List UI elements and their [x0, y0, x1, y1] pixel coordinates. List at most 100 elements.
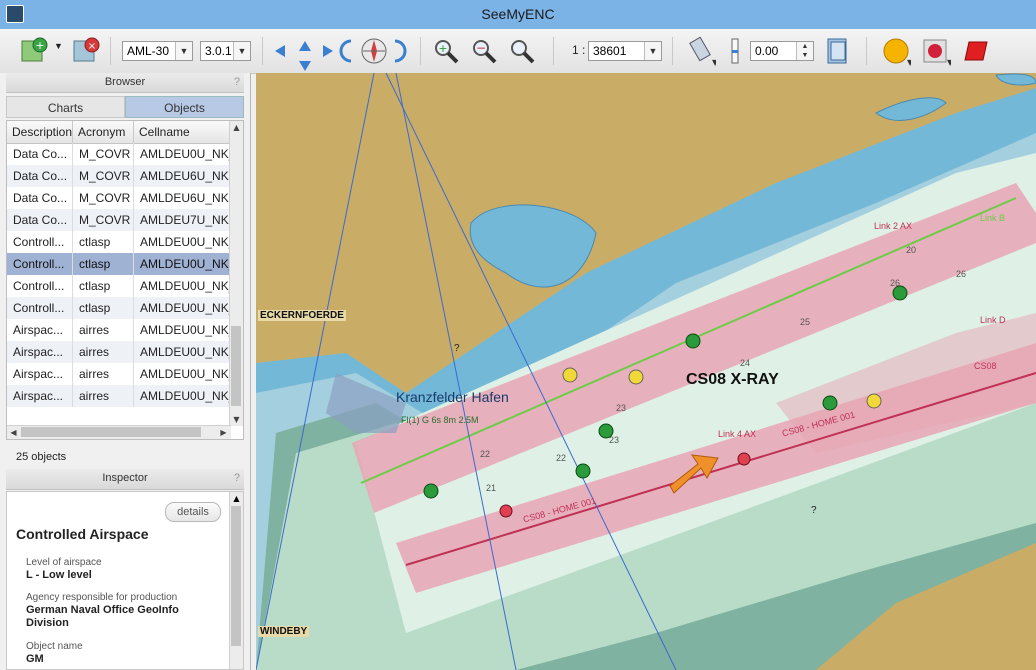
- remove-chart-button[interactable]: ×: [70, 35, 102, 67]
- table-row-selected[interactable]: Controll...ctlaspAMLDEU0U_NK_F: [7, 253, 231, 275]
- column-header-acronym[interactable]: Acronym: [73, 121, 134, 143]
- zoom-out-icon: −: [473, 40, 497, 64]
- green-buoy-icon[interactable]: [575, 463, 591, 479]
- svg-text:+: +: [438, 42, 447, 55]
- chevron-down-icon: ▼: [644, 42, 661, 60]
- property-label: Agency responsible for production: [26, 592, 178, 603]
- svg-text:▼: ▼: [712, 58, 716, 66]
- svg-text:−: −: [476, 41, 486, 55]
- table-row[interactable]: Controll...ctlaspAMLDEU0U_NK_F: [7, 297, 231, 319]
- scroll-down-icon[interactable]: ▼: [230, 413, 243, 426]
- scroll-up-icon[interactable]: ▲: [230, 492, 243, 505]
- chart-set-select[interactable]: AML-30 ▼: [122, 41, 193, 61]
- arrow-down-icon: [299, 61, 311, 71]
- record-icon: ▼: [923, 39, 951, 66]
- map-label-town: WINDEBY: [258, 626, 310, 637]
- depth-sounding: 21: [486, 483, 497, 493]
- green-buoy-icon[interactable]: [685, 333, 701, 349]
- rotation-spinbox[interactable]: 0.00 ▲ ▼: [750, 41, 814, 61]
- map-label-link: Link B: [980, 213, 1006, 223]
- add-chart-button[interactable]: +: [18, 35, 50, 67]
- zoom-in-icon: +: [435, 40, 459, 64]
- tab-objects[interactable]: Objects: [125, 96, 244, 118]
- svg-text:▼: ▼: [907, 58, 911, 66]
- map-label-town: ECKERNFOERDE: [258, 310, 346, 321]
- map-canvas[interactable]: [256, 73, 1036, 670]
- scale-select[interactable]: 38601 ▼: [588, 41, 662, 61]
- compass-button[interactable]: [358, 35, 390, 67]
- pan-left-button[interactable]: [270, 35, 292, 67]
- measure-tool-button[interactable]: ▼: [686, 35, 718, 67]
- version-select[interactable]: 3.0.1 ▼: [200, 41, 251, 61]
- column-header-cellname[interactable]: Cellname: [134, 121, 231, 143]
- scroll-thumb[interactable]: [231, 506, 241, 646]
- chevron-down-icon: ▼: [233, 42, 250, 60]
- title-bar: SeeMyENC: [0, 0, 1036, 29]
- table-row[interactable]: Airspac...airresAMLDEU0U_NK_F: [7, 319, 231, 341]
- depth-sounding: 22: [556, 453, 567, 463]
- browser-tabs: Charts Objects: [6, 96, 244, 118]
- table-row[interactable]: Airspac...airresAMLDEU0U_NK_N: [7, 363, 231, 385]
- scroll-left-icon[interactable]: ◀: [7, 426, 20, 439]
- chevron-down-icon: ▼: [175, 42, 192, 60]
- column-header-description[interactable]: Description: [7, 121, 73, 143]
- scroll-thumb[interactable]: [231, 326, 241, 406]
- depth-sounding: 26: [956, 269, 967, 279]
- table-row[interactable]: Data Co... M_COVR AMLDEU6U_NKKI: [7, 187, 231, 209]
- rotation-indicator: [724, 35, 746, 67]
- draw-area-button[interactable]: [958, 35, 990, 67]
- map-label-link: Link 2 AX: [874, 221, 913, 231]
- details-button[interactable]: details: [165, 502, 221, 522]
- pan-right-button[interactable]: [316, 35, 338, 67]
- add-chart-dropdown-arrow[interactable]: ▼: [54, 41, 63, 51]
- objects-table: Description Acronym Cellname Data Co... M…: [6, 120, 244, 440]
- draw-circle-button[interactable]: ▼: [880, 35, 912, 67]
- browser-header: Browser?: [6, 73, 244, 93]
- arrow-left-icon: [275, 45, 285, 57]
- help-icon[interactable]: ?: [234, 73, 240, 92]
- table-row[interactable]: Controll...ctlaspAMLDEU0U_NK_F: [7, 275, 231, 297]
- table-row[interactable]: Airspac...airresAMLDEU0U_NK_F: [7, 341, 231, 363]
- circle-icon: ▼: [883, 38, 911, 66]
- green-buoy-icon[interactable]: [822, 395, 838, 411]
- rotate-right-icon: [394, 39, 407, 63]
- yellow-buoy-icon[interactable]: [866, 393, 882, 409]
- table-vertical-scrollbar[interactable]: ▲ ▼: [229, 121, 243, 426]
- chart-map-view[interactable]: Kranzfelder Hafen Fl(1) G 6s 8m 2.5M CS0…: [256, 73, 1036, 670]
- table-horizontal-scrollbar[interactable]: ◀ ▶: [7, 425, 231, 439]
- property-value: L - Low level: [26, 569, 92, 581]
- red-marker-icon[interactable]: [737, 452, 751, 466]
- table-row[interactable]: Controll...ctlaspAMLDEU0U_NK_F: [7, 231, 231, 253]
- green-buoy-icon[interactable]: [423, 483, 439, 499]
- object-count: 25 objects: [16, 451, 67, 463]
- scroll-up-icon[interactable]: ▲: [230, 121, 243, 134]
- green-buoy-icon[interactable]: [892, 285, 908, 301]
- zoom-out-button[interactable]: −: [468, 35, 500, 67]
- svg-text:×: ×: [88, 41, 96, 52]
- inspector-header: Inspector?: [6, 469, 244, 490]
- scroll-thumb[interactable]: [21, 427, 201, 437]
- zoom-fit-button[interactable]: [506, 35, 538, 67]
- draw-point-button[interactable]: ▼: [920, 35, 952, 67]
- red-marker-icon[interactable]: [499, 504, 513, 518]
- table-row[interactable]: Data Co... M_COVR AMLDEU6U_NKKI: [7, 165, 231, 187]
- window-title: SeeMyENC: [481, 6, 555, 22]
- property-value: GM: [26, 653, 44, 665]
- rotate-left-button[interactable]: [336, 35, 358, 67]
- yellow-buoy-icon[interactable]: [628, 369, 644, 385]
- rotate-left-icon: [339, 39, 352, 63]
- tab-charts[interactable]: Charts: [6, 96, 125, 118]
- yellow-buoy-icon[interactable]: [562, 367, 578, 383]
- inspector-scrollbar[interactable]: ▲: [229, 492, 243, 669]
- rotate-right-button[interactable]: [388, 35, 410, 67]
- spinner-arrows-icon[interactable]: ▲ ▼: [796, 42, 813, 60]
- zoom-in-button[interactable]: +: [430, 35, 462, 67]
- help-icon[interactable]: ?: [234, 469, 240, 488]
- scale-prefix: 1 :: [572, 43, 586, 57]
- scroll-right-icon[interactable]: ▶: [217, 426, 230, 439]
- document-icon: [827, 38, 847, 64]
- table-row[interactable]: Airspac...airresAMLDEU0U_NK_N: [7, 385, 231, 407]
- table-row[interactable]: Data Co... M_COVR AMLDEU7U_NKKI: [7, 209, 231, 231]
- table-row[interactable]: Data Co...M_COVRAMLDEU0U_NK_N: [7, 143, 231, 165]
- chart-info-button[interactable]: [822, 35, 854, 67]
